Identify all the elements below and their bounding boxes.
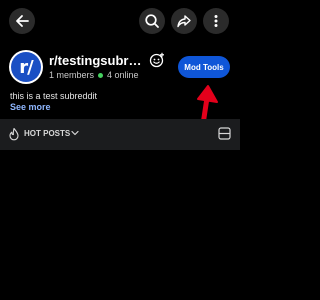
share-icon bbox=[177, 15, 191, 28]
subreddit-avatar[interactable]: r/ bbox=[9, 50, 43, 84]
subreddit-name: r/testingsubreddit bbox=[49, 53, 147, 68]
subreddit-description: this is a test subreddit bbox=[10, 91, 98, 101]
sort-button[interactable]: HOT POSTS bbox=[24, 129, 70, 138]
more-options-button[interactable] bbox=[203, 8, 229, 34]
arrow-left-icon bbox=[16, 15, 29, 27]
post-feed bbox=[0, 150, 240, 300]
online-count: 4 online bbox=[107, 70, 139, 80]
see-more-link[interactable]: See more bbox=[10, 102, 51, 112]
flame-icon bbox=[9, 127, 19, 141]
search-button[interactable] bbox=[139, 8, 165, 34]
top-bar bbox=[0, 0, 240, 40]
members-count: 1 members bbox=[49, 70, 95, 80]
mod-tools-button[interactable]: Mod Tools bbox=[178, 56, 230, 78]
online-indicator-icon bbox=[98, 72, 104, 78]
avatar-logo: r/ bbox=[11, 52, 41, 82]
share-button[interactable] bbox=[171, 8, 197, 34]
view-mode-icon[interactable] bbox=[218, 127, 231, 140]
smiley-add-icon[interactable] bbox=[149, 52, 165, 68]
search-icon bbox=[145, 14, 159, 28]
subreddit-stats: 1 members 4 online bbox=[49, 70, 139, 80]
back-button[interactable] bbox=[9, 8, 35, 34]
more-vertical-icon bbox=[214, 15, 218, 27]
chevron-down-icon[interactable] bbox=[71, 129, 79, 137]
